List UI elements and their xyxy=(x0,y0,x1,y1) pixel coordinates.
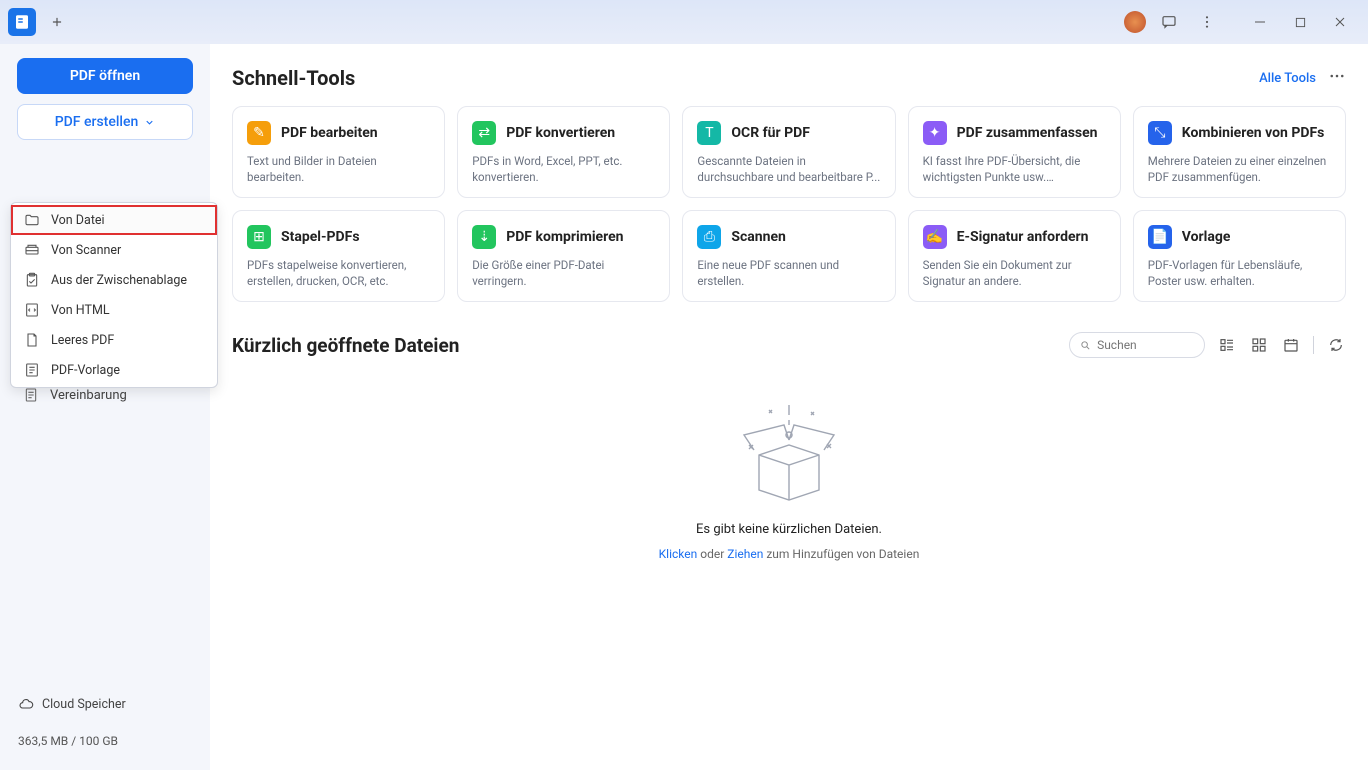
refresh-icon[interactable] xyxy=(1326,335,1346,355)
new-tab-button[interactable] xyxy=(44,9,70,35)
create-pdf-dropdown: Von Datei Von Scanner Aus der Zwischenab… xyxy=(10,202,218,388)
tool-description: Die Größe einer PDF-Datei verringern. xyxy=(472,257,655,289)
empty-title: Es gibt keine kürzlichen Dateien. xyxy=(696,522,882,537)
app-logo xyxy=(8,8,36,36)
empty-box-icon xyxy=(729,400,849,510)
window-maximize-button[interactable] xyxy=(1280,7,1320,37)
tool-icon: ✎ xyxy=(247,121,271,145)
user-avatar[interactable] xyxy=(1124,11,1146,33)
empty-state: Es gibt keine kürzlichen Dateien. Klicke… xyxy=(232,366,1346,770)
dropdown-item-label: Von HTML xyxy=(51,303,110,318)
tool-icon: ⇣ xyxy=(472,225,496,249)
titlebar xyxy=(0,0,1368,44)
tool-description: Senden Sie ein Dokument zur Signatur an … xyxy=(923,257,1106,289)
tool-title: OCR für PDF xyxy=(731,125,810,141)
tool-card[interactable]: ⤡ Kombinieren von PDFs Mehrere Dateien z… xyxy=(1133,106,1346,198)
tool-title: PDF bearbeiten xyxy=(281,125,378,141)
document-icon xyxy=(22,386,40,404)
dropdown-item-label: Von Scanner xyxy=(51,243,121,258)
tool-icon: ✍ xyxy=(923,225,947,249)
create-pdf-label: PDF erstellen xyxy=(55,114,139,130)
create-pdf-button[interactable]: PDF erstellen xyxy=(17,104,193,140)
cloud-storage-label: Cloud Speicher xyxy=(42,697,126,712)
open-pdf-button[interactable]: PDF öffnen xyxy=(17,58,193,94)
dropdown-item-from-scanner[interactable]: Von Scanner xyxy=(11,235,217,265)
dropdown-item-label: Leeres PDF xyxy=(51,333,114,348)
tool-card[interactable]: ⎙ Scannen Eine neue PDF scannen und erst… xyxy=(682,210,895,302)
empty-click-link[interactable]: Klicken xyxy=(659,547,698,561)
divider xyxy=(1313,336,1314,354)
dropdown-item-from-file[interactable]: Von Datei xyxy=(11,205,217,235)
folder-icon xyxy=(23,211,41,229)
tool-icon: ⊞ xyxy=(247,225,271,249)
clipboard-icon xyxy=(23,271,41,289)
sidebar-item-label: Vereinbarung xyxy=(50,388,127,403)
tool-card[interactable]: 📄 Vorlage PDF-Vorlagen für Lebensläufe, … xyxy=(1133,210,1346,302)
more-vertical-icon[interactable] xyxy=(1192,7,1222,37)
tool-title: E-Signatur anfordern xyxy=(957,229,1089,245)
dropdown-item-label: Von Datei xyxy=(51,213,105,228)
tool-card[interactable]: ⇣ PDF komprimieren Die Größe einer PDF-D… xyxy=(457,210,670,302)
tool-card[interactable]: ✍ E-Signatur anfordern Senden Sie ein Do… xyxy=(908,210,1121,302)
tool-card[interactable]: ⊞ Stapel-PDFs PDFs stapelweise konvertie… xyxy=(232,210,445,302)
window-minimize-button[interactable] xyxy=(1240,7,1280,37)
main-content: Schnell-Tools Alle Tools ✎ PDF bearbeite… xyxy=(210,44,1368,770)
tool-title: Vorlage xyxy=(1182,229,1231,245)
tool-description: PDFs in Word, Excel, PPT, etc. konvertie… xyxy=(472,153,655,185)
recent-files-title: Kürzlich geöffnete Dateien xyxy=(232,334,459,357)
tool-icon: ⎙ xyxy=(697,225,721,249)
tool-icon: ⤡ xyxy=(1148,121,1172,145)
search-icon xyxy=(1080,339,1091,352)
tool-description: Gescannte Dateien in durchsuchbare und b… xyxy=(697,153,880,185)
tool-description: PDF-Vorlagen für Lebensläufe, Poster usw… xyxy=(1148,257,1331,289)
cloud-icon xyxy=(18,696,34,712)
quick-tools-title: Schnell-Tools xyxy=(232,66,355,90)
tool-icon: 📄 xyxy=(1148,225,1172,249)
quick-tools-grid: ✎ PDF bearbeiten Text und Bilder in Date… xyxy=(232,106,1346,302)
tool-title: Kombinieren von PDFs xyxy=(1182,125,1325,141)
scanner-icon xyxy=(23,241,41,259)
tool-description: KI fasst Ihre PDF-Übersicht, die wichtig… xyxy=(923,153,1106,185)
tool-title: PDF zusammenfassen xyxy=(957,125,1098,141)
more-horizontal-icon[interactable] xyxy=(1328,67,1346,89)
tool-title: PDF komprimieren xyxy=(506,229,623,245)
tool-title: PDF konvertieren xyxy=(506,125,615,141)
dropdown-item-pdf-template[interactable]: PDF-Vorlage xyxy=(11,355,217,385)
view-grid-icon[interactable] xyxy=(1249,335,1269,355)
empty-subtitle: Klicken oder Ziehen zum Hinzufügen von D… xyxy=(659,547,920,561)
tool-description: Eine neue PDF scannen und erstellen. xyxy=(697,257,880,289)
chat-icon[interactable] xyxy=(1154,7,1184,37)
dropdown-item-label: PDF-Vorlage xyxy=(51,363,120,378)
tool-icon: ⇄ xyxy=(472,121,496,145)
tool-title: Stapel-PDFs xyxy=(281,229,360,245)
tool-card[interactable]: T OCR für PDF Gescannte Dateien in durch… xyxy=(682,106,895,198)
tool-icon: T xyxy=(697,121,721,145)
tool-card[interactable]: ⇄ PDF konvertieren PDFs in Word, Excel, … xyxy=(457,106,670,198)
search-box[interactable] xyxy=(1069,332,1205,358)
dropdown-item-label: Aus der Zwischenablage xyxy=(51,273,187,288)
html-icon xyxy=(23,301,41,319)
cloud-storage-link[interactable]: Cloud Speicher xyxy=(18,696,192,712)
view-calendar-icon[interactable] xyxy=(1281,335,1301,355)
dropdown-item-from-clipboard[interactable]: Aus der Zwischenablage xyxy=(11,265,217,295)
tool-icon: ✦ xyxy=(923,121,947,145)
search-input[interactable] xyxy=(1097,338,1194,352)
template-icon xyxy=(23,361,41,379)
blank-page-icon xyxy=(23,331,41,349)
empty-drag-link[interactable]: Ziehen xyxy=(727,547,763,561)
dropdown-item-blank-pdf[interactable]: Leeres PDF xyxy=(11,325,217,355)
tool-description: Text und Bilder in Dateien bearbeiten. xyxy=(247,153,430,185)
tool-description: PDFs stapelweise konvertieren, erstellen… xyxy=(247,257,430,289)
sidebar: PDF öffnen PDF erstellen Von Datei Von S… xyxy=(0,44,210,770)
chevron-down-icon xyxy=(144,117,155,128)
tool-card[interactable]: ✦ PDF zusammenfassen KI fasst Ihre PDF-Ü… xyxy=(908,106,1121,198)
tool-title: Scannen xyxy=(731,229,786,245)
storage-quota: 363,5 MB / 100 GB xyxy=(18,734,192,748)
dropdown-item-from-html[interactable]: Von HTML xyxy=(11,295,217,325)
all-tools-link[interactable]: Alle Tools xyxy=(1259,71,1316,86)
tool-card[interactable]: ✎ PDF bearbeiten Text und Bilder in Date… xyxy=(232,106,445,198)
window-close-button[interactable] xyxy=(1320,7,1360,37)
tool-description: Mehrere Dateien zu einer einzelnen PDF z… xyxy=(1148,153,1331,185)
view-list-icon[interactable] xyxy=(1217,335,1237,355)
